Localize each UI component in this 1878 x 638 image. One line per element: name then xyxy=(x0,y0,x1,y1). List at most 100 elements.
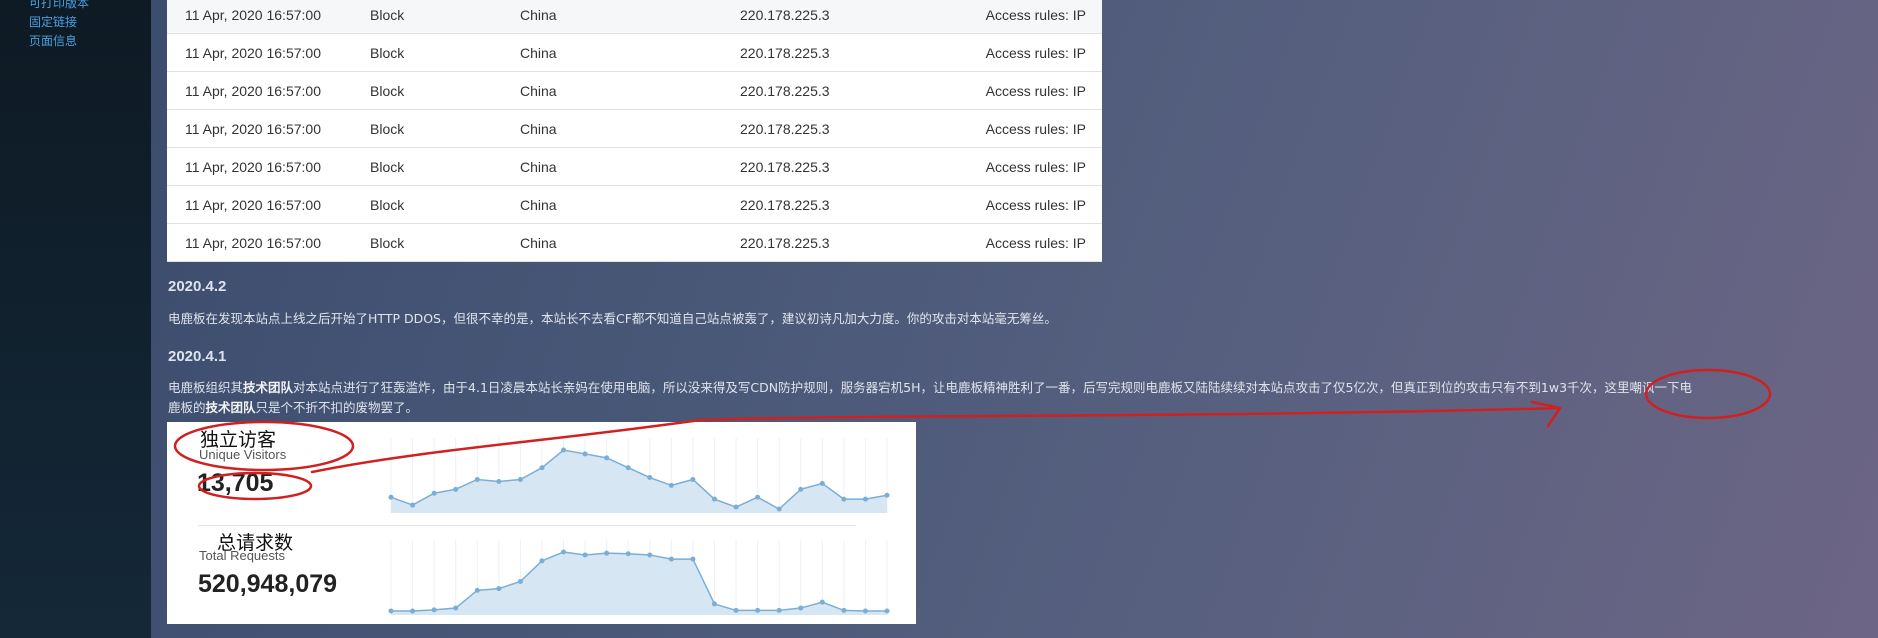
visitors-point xyxy=(517,477,523,482)
visitors-point xyxy=(474,477,480,482)
event-date: 11 Apr, 2020 16:57:00 xyxy=(167,33,370,72)
event-ip: 220.178.225.3 xyxy=(740,185,960,224)
event-country: China xyxy=(520,33,740,72)
event-country: China xyxy=(520,71,740,110)
event-rule: Access rules: IP xyxy=(960,147,1102,186)
requests-point xyxy=(733,607,739,613)
event-rule: Access rules: IP xyxy=(960,33,1102,72)
event-action: Block xyxy=(370,185,520,224)
event-action: Block xyxy=(370,0,520,34)
event-date: 11 Apr, 2020 16:57:00 xyxy=(167,71,370,110)
event-rule: Access rules: IP xyxy=(960,0,1102,34)
visitors-point xyxy=(690,477,696,482)
visitors-point xyxy=(776,506,782,512)
requests-point xyxy=(582,552,588,558)
emphasis-tech-team: 技术团队 xyxy=(243,380,294,395)
section-paragraph: 电鹿板组织其技术团队对本站点进行了狂轰滥炸，由于4.1日凌晨本站长亲妈在使用电脑… xyxy=(168,380,1693,415)
event-country: China xyxy=(520,0,740,34)
unique-visitors-sparkline xyxy=(388,438,890,513)
visitors-point xyxy=(841,496,847,502)
requests-point xyxy=(517,579,523,584)
requests-point xyxy=(690,556,696,562)
event-rule: Access rules: IP xyxy=(960,223,1102,262)
visitors-point xyxy=(798,486,804,492)
visitors-point xyxy=(388,494,394,500)
stats-divider xyxy=(198,525,856,526)
requests-point xyxy=(776,607,782,613)
visitors-point xyxy=(410,502,416,508)
sidebar: 可打印版本 固定链接 页面信息 xyxy=(0,0,151,638)
requests-point xyxy=(647,552,653,558)
visitors-point xyxy=(604,455,610,461)
requests-point xyxy=(798,605,804,611)
visitors-point xyxy=(819,480,825,486)
firewall-event-table: 11 Apr, 2020 16:57:00 Block China 220.178.2… xyxy=(167,0,1102,262)
event-rule: Access rules: IP xyxy=(960,71,1102,110)
table-row: 11 Apr, 2020 16:57:00 Block China 220.178.2… xyxy=(167,33,1102,72)
visitors-point xyxy=(862,496,868,502)
visitors-point xyxy=(647,475,653,481)
requests-point xyxy=(604,550,610,556)
total-requests-label: Total Requests xyxy=(199,548,285,563)
visitors-point xyxy=(733,504,739,510)
visitors-point xyxy=(431,490,437,496)
requests-point xyxy=(474,587,480,593)
table-row: 11 Apr, 2020 16:57:00 Block China 220.178.2… xyxy=(167,109,1102,148)
visitors-point xyxy=(453,486,459,492)
requests-point xyxy=(668,556,674,562)
visitors-point xyxy=(496,478,502,484)
visitors-point xyxy=(539,465,545,471)
event-date: 11 Apr, 2020 16:57:00 xyxy=(167,0,370,34)
event-rule: Access rules: IP xyxy=(960,185,1102,224)
event-ip: 220.178.225.3 xyxy=(740,71,960,110)
event-date: 11 Apr, 2020 16:57:00 xyxy=(167,147,370,186)
requests-point xyxy=(819,599,825,605)
requests-point xyxy=(410,608,416,614)
event-country: China xyxy=(520,223,740,262)
requests-point xyxy=(388,608,394,614)
table-row: 11 Apr, 2020 16:57:00 Block China 220.178.2… xyxy=(167,0,1102,34)
event-action: Block xyxy=(370,109,520,148)
sidebar-link-permalink[interactable]: 固定链接 xyxy=(29,13,77,30)
requests-point xyxy=(755,607,761,613)
traffic-stats-panel: 独立访客 Unique Visitors 13,705 总请求数 Total R… xyxy=(167,422,916,624)
unique-visitors-value: 13,705 xyxy=(197,469,274,497)
table-row: 11 Apr, 2020 16:57:00 Block China 220.178.2… xyxy=(167,185,1102,224)
event-action: Block xyxy=(370,223,520,262)
total-requests-sparkline xyxy=(388,540,890,615)
event-action: Block xyxy=(370,147,520,186)
event-rule: Access rules: IP xyxy=(960,109,1102,148)
visitors-point xyxy=(668,482,674,488)
event-date: 11 Apr, 2020 16:57:00 xyxy=(167,109,370,148)
requests-point xyxy=(496,586,502,592)
event-ip: 220.178.225.3 xyxy=(740,0,960,34)
event-ip: 220.178.225.3 xyxy=(740,109,960,148)
event-country: China xyxy=(520,147,740,186)
visitors-point xyxy=(711,496,717,502)
requests-point xyxy=(453,605,459,611)
event-country: China xyxy=(520,185,740,224)
requests-point xyxy=(841,607,847,613)
sidebar-link-printable[interactable]: 可打印版本 xyxy=(29,0,89,11)
event-date: 11 Apr, 2020 16:57:00 xyxy=(167,223,370,262)
section-paragraph: 电鹿板在发现本站点上线之后开始了HTTP DDOS，但很不幸的是，本站长不去看C… xyxy=(168,311,1057,326)
event-ip: 220.178.225.3 xyxy=(740,223,960,262)
total-requests-value: 520,948,079 xyxy=(198,570,338,598)
sidebar-link-page-info[interactable]: 页面信息 xyxy=(29,32,77,49)
requests-point xyxy=(561,549,567,555)
visitors-point xyxy=(561,447,567,453)
visitors-point xyxy=(884,492,890,498)
section-date-heading: 2020.4.1 xyxy=(168,348,227,365)
requests-point xyxy=(862,608,868,614)
requests-point xyxy=(884,608,890,614)
table-row: 11 Apr, 2020 16:57:00 Block China 220.178.2… xyxy=(167,147,1102,186)
section-date-heading: 2020.4.2 xyxy=(168,278,227,295)
event-action: Block xyxy=(370,33,520,72)
requests-point xyxy=(539,558,545,564)
requests-point xyxy=(711,601,717,607)
visitors-point xyxy=(755,494,761,500)
table-row: 11 Apr, 2020 16:57:00 Block China 220.178.2… xyxy=(167,71,1102,110)
visitors-area xyxy=(391,450,887,513)
event-ip: 220.178.225.3 xyxy=(740,147,960,186)
visitors-point xyxy=(625,465,631,471)
